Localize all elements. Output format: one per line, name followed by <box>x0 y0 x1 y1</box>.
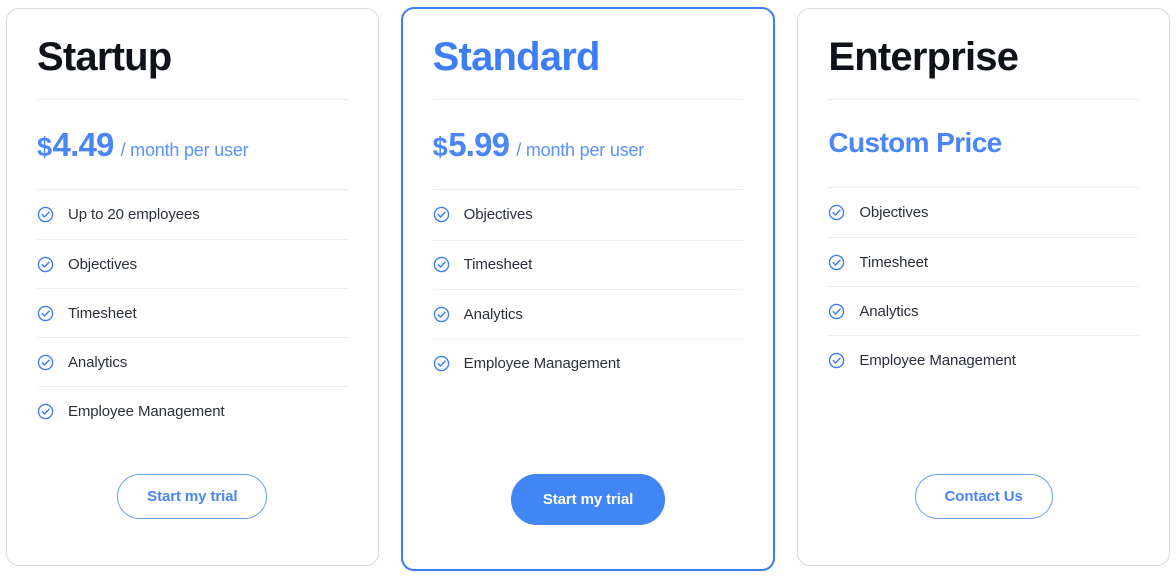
feature-label: Up to 20 employees <box>68 206 200 223</box>
cta-container: Contact Us <box>828 474 1139 565</box>
check-circle-icon <box>433 256 450 273</box>
feature-label: Timesheet <box>463 256 533 274</box>
feature-item: Timesheet <box>37 288 348 337</box>
feature-label: Employee Management <box>463 355 621 373</box>
feature-item: Employee Management <box>828 335 1140 384</box>
feature-item: Up to 20 employees <box>37 190 348 239</box>
feature-list: Objectives Timesheet Analytics Employee … <box>828 188 1140 384</box>
feature-item: Analytics <box>432 289 744 339</box>
feature-label: Timesheet <box>68 304 137 322</box>
feature-label: Analytics <box>463 305 523 323</box>
feature-item: Objectives <box>37 239 348 288</box>
price-currency: $ <box>37 132 52 162</box>
pricing-card-startup: Startup $ 4.49 / month per user Up to 20… <box>6 8 379 566</box>
feature-label: Analytics <box>859 302 919 320</box>
check-circle-icon <box>433 206 450 223</box>
cta-container: Start my trial <box>37 474 348 565</box>
feature-list: Up to 20 employees Objectives Timesheet … <box>37 190 348 435</box>
plan-title: Startup <box>37 35 172 79</box>
feature-label: Employee Management <box>859 351 1016 369</box>
pricing-card-standard: Standard $ 5.99 / month per user Objecti… <box>400 7 776 571</box>
feature-label: Timesheet <box>859 253 928 271</box>
check-circle-icon <box>37 256 54 273</box>
pricing-plans-container: Startup $ 4.49 / month per user Up to 20… <box>0 0 1176 580</box>
start-my-trial-button[interactable]: Start my trial <box>510 474 666 525</box>
feature-item: Timesheet <box>432 239 744 290</box>
price-currency: $ <box>432 132 448 162</box>
plan-custom-price: Custom Price <box>828 127 1002 158</box>
feature-item: Analytics <box>828 286 1140 335</box>
check-circle-icon <box>37 354 54 371</box>
check-circle-icon <box>37 206 54 223</box>
feature-item: Objectives <box>828 188 1139 237</box>
check-circle-icon <box>433 355 450 372</box>
feature-label: Objectives <box>463 206 533 224</box>
contact-us-button[interactable]: Contact Us <box>914 474 1053 519</box>
feature-label: Employee Management <box>68 402 225 420</box>
start-my-trial-button[interactable]: Start my trial <box>117 474 268 519</box>
check-circle-icon <box>828 204 845 221</box>
check-circle-icon <box>828 303 845 320</box>
feature-item: Timesheet <box>828 237 1140 286</box>
plan-title: Enterprise <box>828 35 1019 79</box>
pricing-card-enterprise: Enterprise Custom Price Objectives Times… <box>797 8 1171 566</box>
check-circle-icon <box>37 403 54 420</box>
feature-item: Analytics <box>37 337 348 386</box>
plan-title: Standard <box>432 35 601 79</box>
cta-container: Start my trial <box>433 474 744 569</box>
feature-label: Objectives <box>68 255 138 273</box>
check-circle-icon <box>828 352 845 369</box>
check-circle-icon <box>828 254 845 271</box>
feature-item: Employee Management <box>37 386 348 435</box>
feature-label: Objectives <box>859 204 929 221</box>
feature-label: Analytics <box>68 353 128 371</box>
plan-price: $ 4.49 / month per user <box>37 100 348 189</box>
plan-price: $ 5.99 / month per user <box>433 100 744 189</box>
feature-list: Objectives Timesheet Analytics Employee … <box>432 190 744 389</box>
price-amount: 4.49 <box>52 126 115 163</box>
check-circle-icon <box>433 306 450 323</box>
price-period: / month per user <box>120 140 249 160</box>
price-amount: 5.99 <box>448 126 510 163</box>
price-period: / month per user <box>516 140 645 160</box>
check-circle-icon <box>37 305 54 322</box>
feature-item: Employee Management <box>432 338 744 389</box>
feature-item: Objectives <box>433 190 744 240</box>
